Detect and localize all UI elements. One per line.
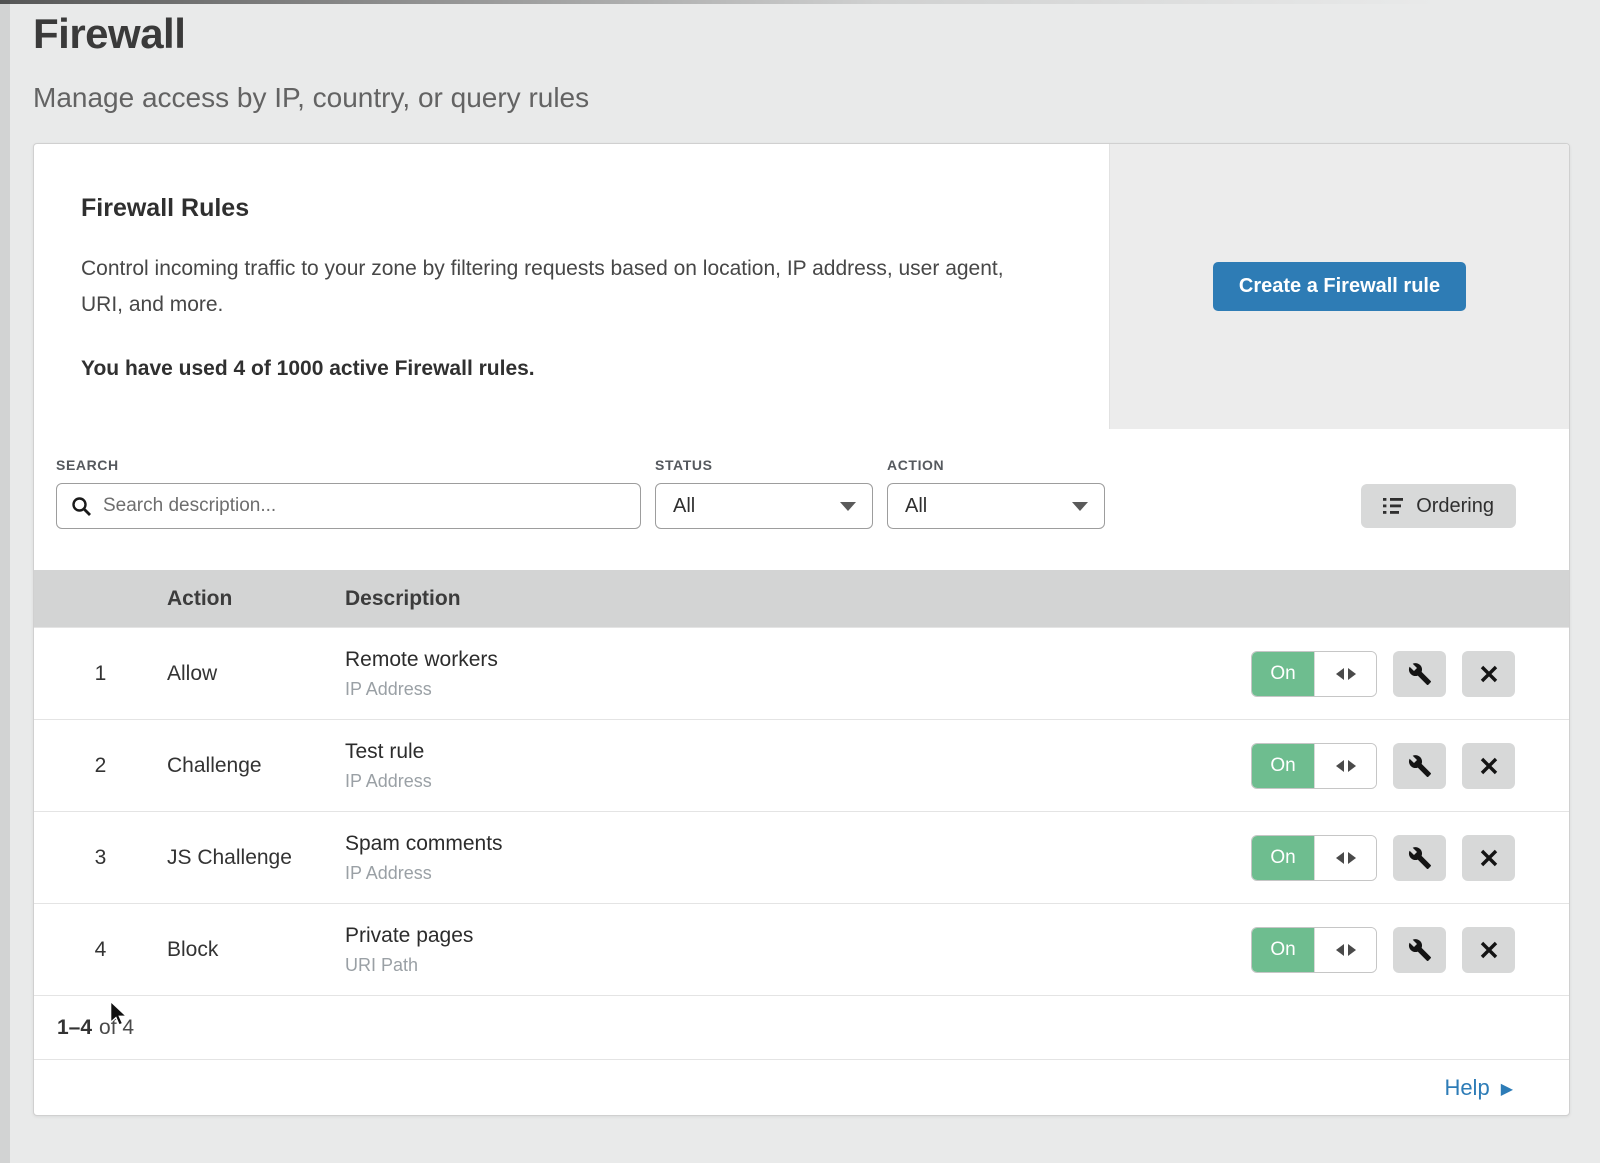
rules-title: Firewall Rules <box>81 194 1061 223</box>
pagination-range: 1–4 <box>57 1016 92 1040</box>
toggle-arrows-icon <box>1314 652 1376 696</box>
search-label: SEARCH <box>56 457 641 473</box>
action-label: ACTION <box>887 457 1105 473</box>
close-icon <box>1478 939 1500 961</box>
table-row: 1 Allow Remote workers IP Address On <box>34 627 1569 719</box>
rules-description: Control incoming traffic to your zone by… <box>81 251 1026 323</box>
table-header-row: Action Description <box>34 570 1569 627</box>
delete-rule-button[interactable] <box>1462 835 1515 881</box>
pagination-total: of 4 <box>99 1016 134 1040</box>
toggle-arrows-icon <box>1314 928 1376 972</box>
ordering-button[interactable]: Ordering <box>1361 484 1516 528</box>
search-box <box>56 483 641 529</box>
action-select[interactable]: All <box>887 483 1105 529</box>
rule-action: Block <box>167 938 345 962</box>
wrench-icon <box>1408 662 1432 686</box>
triangle-right-icon: ▶ <box>1501 1077 1513 1099</box>
window-top-edge <box>0 0 1600 4</box>
rule-description: Remote workers <box>345 648 1251 672</box>
search-icon <box>71 496 92 517</box>
window-left-edge <box>0 0 10 1163</box>
edit-rule-button[interactable] <box>1393 835 1446 881</box>
close-icon <box>1478 847 1500 869</box>
edit-rule-button[interactable] <box>1393 743 1446 789</box>
rule-description: Spam comments <box>345 832 1251 856</box>
rule-description-cell: Test rule IP Address <box>345 740 1251 792</box>
status-filter: STATUS All <box>655 457 873 529</box>
rule-priority: 4 <box>34 938 167 962</box>
rule-action: JS Challenge <box>167 846 345 870</box>
rule-match-type: URI Path <box>345 955 1251 976</box>
filters-bar: SEARCH STATUS All ACTION All <box>34 429 1569 570</box>
search-filter: SEARCH <box>56 457 641 529</box>
rule-enabled-toggle[interactable]: On <box>1251 835 1377 881</box>
rule-match-type: IP Address <box>345 679 1251 700</box>
rule-enabled-toggle[interactable]: On <box>1251 743 1377 789</box>
page-title: Firewall <box>33 10 589 58</box>
action-selected-value: All <box>905 495 927 518</box>
rule-match-type: IP Address <box>345 863 1251 884</box>
rule-description: Private pages <box>345 924 1251 948</box>
rule-controls: On <box>1251 743 1569 789</box>
help-link[interactable]: Help <box>1444 1075 1489 1101</box>
rule-controls: On <box>1251 835 1569 881</box>
list-ordering-icon <box>1383 497 1403 515</box>
rule-priority: 1 <box>34 662 167 686</box>
create-rule-panel: Create a Firewall rule <box>1109 144 1569 429</box>
table-row: 2 Challenge Test rule IP Address On <box>34 719 1569 811</box>
toggle-arrows-icon <box>1314 744 1376 788</box>
chevron-down-icon <box>840 502 856 511</box>
rule-priority: 2 <box>34 754 167 778</box>
description-column-header: Description <box>345 587 1569 611</box>
rules-usage-count: You have used 4 of 1000 active Firewall … <box>81 357 1061 381</box>
action-column-header: Action <box>167 587 345 611</box>
search-input[interactable] <box>57 484 640 528</box>
ordering-button-label: Ordering <box>1416 495 1494 518</box>
rule-action: Allow <box>167 662 345 686</box>
delete-rule-button[interactable] <box>1462 743 1515 789</box>
rule-description-cell: Spam comments IP Address <box>345 832 1251 884</box>
pagination-bar: 1–4 of 4 <box>34 995 1569 1059</box>
table-row: 3 JS Challenge Spam comments IP Address … <box>34 811 1569 903</box>
delete-rule-button[interactable] <box>1462 651 1515 697</box>
rule-match-type: IP Address <box>345 771 1251 792</box>
firewall-rules-card: Firewall Rules Control incoming traffic … <box>33 143 1570 1116</box>
create-firewall-rule-button[interactable]: Create a Firewall rule <box>1213 262 1466 311</box>
rule-action: Challenge <box>167 754 345 778</box>
status-select[interactable]: All <box>655 483 873 529</box>
toggle-on-label: On <box>1252 928 1314 972</box>
toggle-on-label: On <box>1252 744 1314 788</box>
rules-summary-section: Firewall Rules Control incoming traffic … <box>34 144 1569 429</box>
chevron-down-icon <box>1072 502 1088 511</box>
status-selected-value: All <box>673 495 695 518</box>
wrench-icon <box>1408 754 1432 778</box>
rule-description: Test rule <box>345 740 1251 764</box>
close-icon <box>1478 663 1500 685</box>
delete-rule-button[interactable] <box>1462 927 1515 973</box>
edit-rule-button[interactable] <box>1393 927 1446 973</box>
edit-rule-button[interactable] <box>1393 651 1446 697</box>
wrench-icon <box>1408 846 1432 870</box>
rule-description-cell: Private pages URI Path <box>345 924 1251 976</box>
wrench-icon <box>1408 938 1432 962</box>
rule-enabled-toggle[interactable]: On <box>1251 651 1377 697</box>
status-label: STATUS <box>655 457 873 473</box>
table-row: 4 Block Private pages URI Path On <box>34 903 1569 995</box>
rule-controls: On <box>1251 651 1569 697</box>
rule-priority: 3 <box>34 846 167 870</box>
toggle-on-label: On <box>1252 652 1314 696</box>
help-bar: Help ▶ <box>34 1059 1569 1115</box>
page-subtitle: Manage access by IP, country, or query r… <box>33 82 589 114</box>
rules-summary-text: Firewall Rules Control incoming traffic … <box>34 144 1109 429</box>
close-icon <box>1478 755 1500 777</box>
page-header: Firewall Manage access by IP, country, o… <box>33 10 589 114</box>
action-filter: ACTION All <box>887 457 1105 529</box>
rule-controls: On <box>1251 927 1569 973</box>
toggle-on-label: On <box>1252 836 1314 880</box>
toggle-arrows-icon <box>1314 836 1376 880</box>
rule-enabled-toggle[interactable]: On <box>1251 927 1377 973</box>
rule-description-cell: Remote workers IP Address <box>345 648 1251 700</box>
